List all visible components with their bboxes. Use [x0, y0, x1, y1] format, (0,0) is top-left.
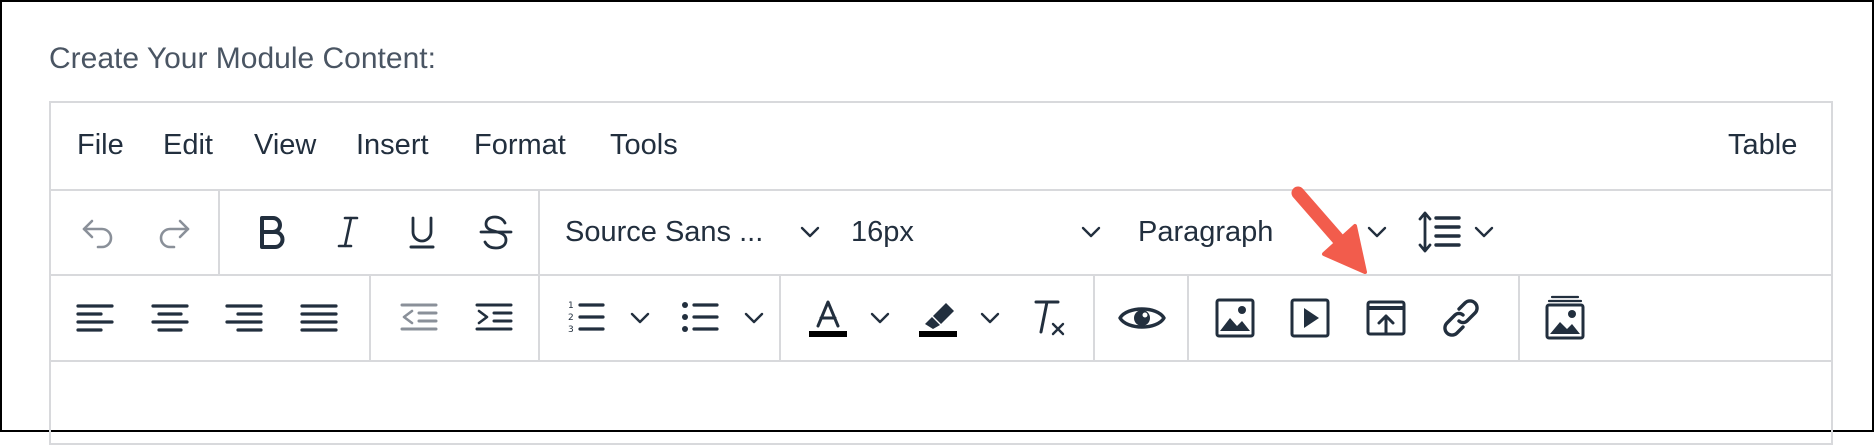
menu-insert[interactable]: Insert — [356, 129, 429, 162]
toolbar-separator — [779, 276, 781, 360]
block-format-select[interactable]: Paragraph — [1138, 190, 1273, 274]
menu-file[interactable]: File — [77, 129, 124, 162]
toolbar-row-1: Source Sans ... 16px Paragraph — [51, 190, 1831, 276]
align-left-icon — [76, 304, 114, 332]
chevron-down-icon — [870, 312, 890, 324]
line-height-button[interactable] — [1415, 190, 1465, 274]
svg-text:3: 3 — [568, 325, 574, 335]
line-height-icon — [1418, 211, 1461, 253]
undo-button[interactable] — [73, 190, 123, 274]
insert-link-button[interactable] — [1436, 276, 1486, 360]
toolbar-separator — [1093, 276, 1095, 360]
text-color-dropdown[interactable] — [867, 276, 893, 360]
bullet-list-icon — [682, 302, 719, 332]
block-format-dropdown[interactable] — [1364, 190, 1390, 274]
menu-view[interactable]: View — [254, 129, 316, 162]
align-center-icon — [151, 304, 189, 332]
chevron-down-icon — [1367, 226, 1387, 238]
align-right-icon — [225, 304, 263, 332]
undo-icon — [82, 219, 113, 249]
toolbar-separator — [538, 190, 540, 274]
highlight-color-button[interactable] — [913, 276, 963, 360]
rich-text-editor: File Edit View Insert Format Tools Table — [49, 101, 1833, 445]
clear-formatting-icon — [1034, 300, 1065, 336]
italic-button[interactable] — [323, 190, 373, 274]
link-icon — [1443, 299, 1479, 337]
toolbar-separator — [369, 276, 371, 360]
underline-button[interactable] — [397, 190, 447, 274]
font-size-dropdown[interactable] — [1078, 190, 1104, 274]
italic-icon — [337, 216, 359, 248]
image-gallery-icon — [1545, 295, 1585, 340]
chevron-down-icon — [980, 312, 1000, 324]
numbered-list-dropdown[interactable] — [627, 276, 653, 360]
clear-formatting-button[interactable] — [1023, 276, 1073, 360]
editor-menubar: File Edit View Insert Format Tools Table — [51, 103, 1831, 191]
outdent-button[interactable] — [394, 276, 444, 360]
image-icon — [1215, 298, 1255, 338]
media-icon — [1290, 298, 1330, 338]
underline-icon — [409, 216, 435, 249]
outdent-icon — [400, 303, 438, 331]
font-family-value: Source Sans ... — [565, 215, 764, 248]
line-height-dropdown[interactable] — [1471, 190, 1497, 274]
numbered-list-icon: 1 2 3 — [568, 301, 605, 335]
toolbar-separator — [1518, 276, 1520, 360]
editor-content-area[interactable] — [51, 362, 1831, 442]
toolbar-separator — [538, 276, 540, 360]
align-left-button[interactable] — [70, 276, 120, 360]
bullet-list-button[interactable] — [675, 276, 725, 360]
preview-icon — [1118, 307, 1166, 329]
bold-button[interactable] — [246, 190, 296, 274]
strikethrough-button[interactable] — [471, 190, 521, 274]
page-title: Create Your Module Content: — [49, 42, 436, 75]
strikethrough-icon — [479, 215, 513, 250]
indent-icon — [475, 303, 513, 331]
text-color-icon — [809, 300, 847, 337]
menu-tools[interactable]: Tools — [610, 129, 678, 162]
align-center-button[interactable] — [145, 276, 195, 360]
chevron-down-icon — [1081, 226, 1101, 238]
chevron-down-icon — [630, 312, 650, 324]
insert-image-button[interactable] — [1210, 276, 1260, 360]
image-gallery-button[interactable] — [1540, 276, 1590, 360]
redo-icon — [159, 219, 190, 249]
preview-button[interactable] — [1114, 276, 1170, 360]
block-format-value: Paragraph — [1138, 215, 1274, 248]
menu-table[interactable]: Table — [1728, 129, 1797, 162]
svg-text:2: 2 — [568, 313, 574, 323]
embed-upload-button[interactable] — [1361, 276, 1411, 360]
align-right-button[interactable] — [219, 276, 269, 360]
numbered-list-button[interactable]: 1 2 3 — [561, 276, 611, 360]
align-justify-button[interactable] — [294, 276, 344, 360]
font-family-dropdown[interactable] — [797, 190, 823, 274]
toolbar-separator — [1187, 276, 1189, 360]
bullet-list-dropdown[interactable] — [741, 276, 767, 360]
embed-upload-icon — [1366, 300, 1406, 336]
indent-button[interactable] — [469, 276, 519, 360]
toolbar-row-2: 1 2 3 — [51, 276, 1831, 362]
font-size-value: 16px — [851, 215, 914, 248]
font-family-select[interactable]: Source Sans ... — [565, 190, 763, 274]
align-justify-icon — [300, 304, 338, 332]
menu-format[interactable]: Format — [474, 129, 566, 162]
chevron-down-icon — [800, 226, 820, 238]
menu-edit[interactable]: Edit — [163, 129, 213, 162]
redo-button[interactable] — [149, 190, 199, 274]
chevron-down-icon — [744, 312, 764, 324]
bold-icon — [260, 216, 285, 249]
insert-media-button[interactable] — [1285, 276, 1335, 360]
highlight-color-dropdown[interactable] — [977, 276, 1003, 360]
highlight-color-icon — [919, 303, 957, 337]
font-size-select[interactable]: 16px — [851, 190, 914, 274]
chevron-down-icon — [1474, 226, 1494, 238]
toolbar-separator — [218, 190, 220, 274]
svg-text:1: 1 — [568, 301, 574, 311]
text-color-button[interactable] — [803, 276, 853, 360]
